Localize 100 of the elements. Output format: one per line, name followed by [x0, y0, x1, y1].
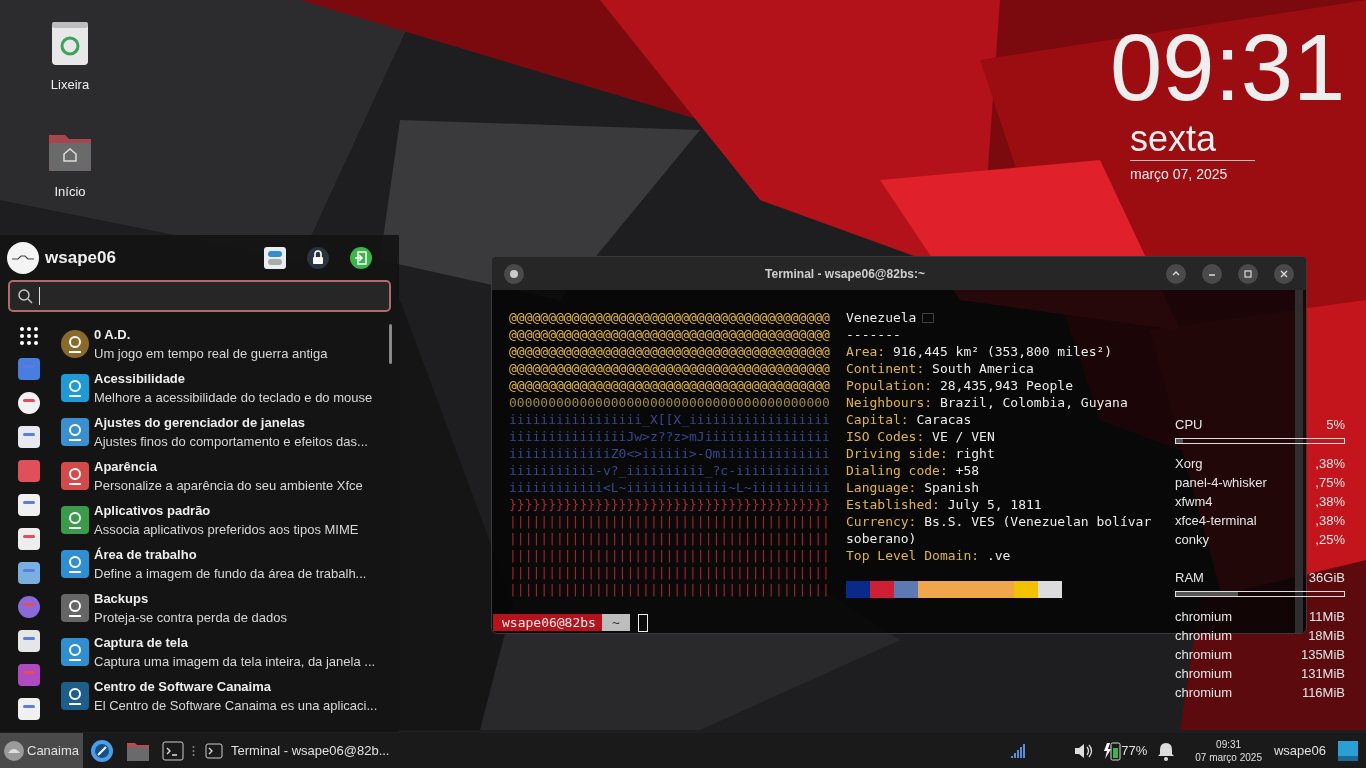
menu-item[interactable]: Área de trabalho Define a imagem de fundo da área de trabalh...: [58, 542, 399, 586]
logout-icon[interactable]: [350, 247, 372, 269]
app-icon: [60, 329, 90, 359]
ascii-art-line: @@@@@@@@@@@@@@@@@@@@@@@@@@@@@@@@@@@@@@@@@: [509, 343, 830, 360]
app-name: Aparência: [94, 458, 158, 476]
terminal-icon[interactable]: [162, 740, 185, 761]
category-icon[interactable]: [18, 494, 40, 516]
clock-weekday: sexta: [1130, 118, 1255, 161]
info-line: Dialing code: +58: [846, 462, 981, 479]
ascii-art-line: |||||||||||||||||||||||||||||||||||||||||: [509, 513, 830, 530]
taskbar-time: 09:31: [1216, 737, 1242, 751]
category-icon[interactable]: [18, 630, 40, 652]
menu-item[interactable]: Aparência Personalize a aparência do seu ambiente Xfce: [58, 454, 399, 498]
app-icon: [60, 505, 90, 535]
app-icon: [60, 681, 90, 711]
menu-item[interactable]: Aplicativos padrão Associa aplicativos preferidos aos tipos MIME: [58, 498, 399, 542]
desktop-icon-label[interactable]: Início: [54, 181, 86, 201]
battery-percentage: 77%: [1121, 741, 1148, 760]
process-value: 11MiB: [1309, 608, 1345, 626]
task-button[interactable]: Terminal - wsape06@82b...: [201, 733, 394, 768]
ascii-art-line: |||||||||||||||||||||||||||||||||||||||||: [509, 530, 830, 547]
volume-icon[interactable]: [1073, 741, 1094, 760]
window-menu-button[interactable]: [504, 263, 524, 284]
maximize-button[interactable]: [1238, 263, 1258, 284]
app-description: El Centro de Software Canaima es una aplicaci...: [94, 697, 378, 715]
info-line: Neighbours: Brazil, Colombia, Guyana: [846, 394, 1129, 411]
app-description: Personalize a aparência do seu ambiente Xfce: [94, 477, 363, 495]
browser-icon[interactable]: [90, 738, 115, 763]
category-icon[interactable]: [18, 426, 40, 448]
taskbar-user: wsape06: [1273, 741, 1326, 760]
info-line: Language: Spanish: [846, 479, 981, 496]
process-value: ,38%: [1315, 455, 1345, 473]
process-name: chromium: [1175, 627, 1233, 645]
country-name: Venezuela: [846, 309, 917, 326]
ascii-art-line: @@@@@@@@@@@@@@@@@@@@@@@@@@@@@@@@@@@@@@@@@: [509, 377, 830, 394]
app-name: Área de trabalho: [94, 546, 198, 564]
category-icon[interactable]: [18, 392, 40, 414]
close-button[interactable]: [1274, 263, 1294, 284]
shade-button[interactable]: [1166, 263, 1186, 284]
bell-icon[interactable]: [1157, 740, 1176, 761]
ascii-art-line: |||||||||||||||||||||||||||||||||||||||||: [509, 564, 830, 581]
process-value: ,38%: [1315, 493, 1345, 511]
process-name: chromium: [1175, 608, 1233, 626]
ascii-art-line: |||||||||||||||||||||||||||||||||||||||||: [509, 547, 830, 564]
drag-handle-icon[interactable]: [192, 744, 196, 757]
app-description: Captura uma imagem da tela inteira, da janela ...: [94, 653, 376, 671]
menu-item[interactable]: 0 A.D. Um jogo em tempo real de guerra antiga: [58, 322, 399, 366]
battery-charging-icon[interactable]: [1103, 739, 1122, 762]
ascii-art-line: }}}}}}}}}}}}}}}}}}}}}}}}}}}}}}}}}}}}}}}}}: [509, 496, 830, 513]
minimize-button[interactable]: [1202, 263, 1222, 284]
search-field[interactable]: [8, 280, 391, 312]
signal-icon[interactable]: [1011, 743, 1028, 758]
scrollbar[interactable]: [389, 324, 392, 364]
separator-line: -------: [846, 326, 902, 343]
process-value: 131MiB: [1300, 665, 1345, 683]
info-line: Driving side: right: [846, 445, 996, 462]
info-line: ISO Codes: VE / VEN: [846, 428, 996, 445]
missing-glyph-icon: [922, 312, 935, 323]
window-title: Terminal - wsape06@82bs:~: [764, 265, 926, 283]
app-description: Melhore a acessibilidade do teclado e do mouse: [94, 389, 373, 407]
search-icon: [17, 288, 33, 304]
process-name: xfce4-terminal: [1175, 512, 1257, 530]
lock-icon[interactable]: [307, 247, 329, 269]
menu-item[interactable]: Ajustes do gerenciador de janelas Ajustes finos do comportamento e efeitos das...: [58, 410, 399, 454]
desktop-icon-label[interactable]: Lixeira: [50, 75, 90, 95]
ascii-art-line: iiiiiiiiiii-v?_iiiiiiiiii_?c-iiiiiiiiiiii: [509, 462, 830, 479]
grid-icon[interactable]: [19, 326, 39, 346]
info-line: Area: 916,445 km² (353,800 miles²): [846, 343, 1114, 360]
avatar-icon[interactable]: [7, 242, 39, 274]
show-desktop-icon[interactable]: [1338, 740, 1358, 761]
prompt-user: wsape06@82bs: [493, 614, 602, 631]
process-value: ,75%: [1315, 474, 1345, 492]
app-name: Backups: [94, 590, 150, 608]
ascii-art-line: 00000000000000000000000000000000000000000: [509, 394, 830, 411]
text-cursor: [637, 613, 648, 632]
process-name: chromium: [1175, 646, 1233, 664]
settings-icon[interactable]: [264, 247, 286, 269]
process-name: chromium: [1175, 665, 1233, 683]
menu-item[interactable]: Acessibilidade Melhore a acessibilidade do teclado e do mouse: [58, 366, 399, 410]
terminal-icon: [205, 742, 224, 759]
process-value: 18MiB: [1308, 627, 1345, 645]
menu-item[interactable]: Centro de Software Canaima El Centro de Software Canaima es una aplicaci...: [58, 674, 399, 718]
app-icon: [60, 461, 90, 491]
ascii-art-line: @@@@@@@@@@@@@@@@@@@@@@@@@@@@@@@@@@@@@@@@@: [509, 309, 830, 326]
menu-item[interactable]: Captura de tela Captura uma imagem da tela inteira, da janela ...: [58, 630, 399, 674]
app-description: Associa aplicativos preferidos aos tipos MIME: [94, 521, 359, 539]
trash-can-icon[interactable]: [51, 20, 89, 66]
taskbar-date: 07 março 2025: [1195, 750, 1262, 764]
category-icon[interactable]: [18, 698, 40, 720]
info-line: Top Level Domain: .ve: [846, 547, 1012, 564]
app-name: Centro de Software Canaima: [94, 678, 272, 696]
scrollbar[interactable]: [1295, 290, 1303, 633]
start-button[interactable]: Canaima: [0, 733, 84, 768]
menu-item[interactable]: Backups Proteja-se contra perda de dados: [58, 586, 399, 630]
ascii-art-line: |||||||||||||||||||||||||||||||||||||||||: [509, 581, 830, 598]
category-icon[interactable]: [18, 528, 40, 550]
clock-time: 09:31: [1110, 18, 1346, 118]
app-name: 0 A.D.: [94, 326, 132, 344]
process-name: xfwm4: [1175, 493, 1213, 511]
ram-value: 36GiB: [1308, 569, 1345, 587]
